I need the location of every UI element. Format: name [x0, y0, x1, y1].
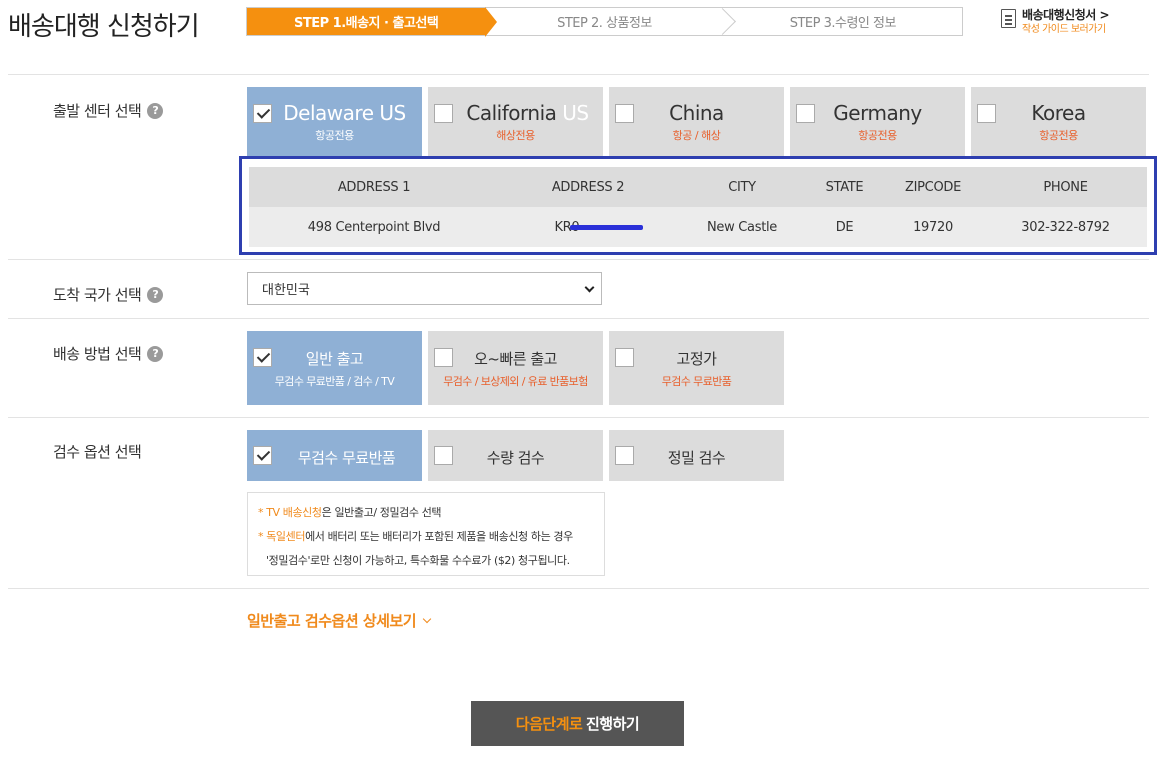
address-cell: DE	[807, 207, 882, 247]
center-korea[interactable]: Korea 항공전용	[971, 87, 1146, 156]
center-delaware[interactable]: Delaware US 항공전용	[247, 87, 422, 156]
inspection-label: 검수 옵션 선택	[53, 441, 142, 462]
inspection-title: 무검수 무료반품	[297, 449, 396, 467]
next-button-text: 진행하기	[582, 716, 640, 733]
center-sub: 항공 / 해상	[672, 129, 721, 142]
help-icon[interactable]: ?	[147, 345, 164, 362]
arrival-label-text: 도착 국가 선택	[53, 286, 142, 304]
inspection-title: 수량 검수	[486, 449, 545, 467]
note-line: '정밀검수'로만 신청이 가능하고, 특수화물 수수료가 ($2) 청구됩니다.	[266, 554, 570, 567]
inspection-quantity[interactable]: 수량 검수	[428, 430, 603, 481]
center-sub: 항공전용	[858, 129, 897, 142]
center-sub: 항공전용	[315, 129, 354, 142]
center-name: Delaware US	[283, 101, 406, 125]
address-cell-redacted: KR0	[499, 207, 677, 247]
next-button-highlight: 다음단계로	[515, 716, 583, 733]
guide-subtitle: 작성 가이드 보러가기	[1022, 24, 1106, 35]
address-cell: New Castle	[677, 207, 807, 247]
method-title: 일반 출고	[305, 350, 364, 368]
address-header-row: ADDRESS 1 ADDRESS 2 CITY STATE ZIPCODE P…	[249, 167, 1147, 207]
divider	[8, 318, 1149, 319]
center-name: China	[669, 101, 724, 125]
help-icon[interactable]: ?	[147, 102, 164, 119]
address-row: 498 Centerpoint Blvd KR0 New Castle DE 1…	[249, 207, 1147, 247]
note-line: * TV 배송신청은 일반출고/ 정밀검수 선택	[258, 501, 604, 525]
arrival-country-select[interactable]: 대한민국	[247, 272, 602, 305]
method-title: 오~빠른 출고	[474, 350, 557, 368]
divider	[8, 74, 1149, 75]
address-header: PHONE	[984, 167, 1147, 207]
note-text: 에서 배터리 또는 배터리가 포함된 제품을 배송신청 하는 경우	[305, 530, 573, 543]
chevron-down-icon	[584, 282, 595, 293]
document-icon	[1001, 9, 1016, 28]
center-sub: 해상전용	[496, 129, 535, 142]
step-1: STEP 1.배송지 · 출고선택	[247, 7, 498, 37]
detail-link-text: 일반출고 검수옵션 상세보기	[247, 612, 417, 630]
center-name-text: California	[466, 101, 563, 125]
next-step-button[interactable]: 다음단계로 진행하기	[471, 701, 684, 746]
step-progress: STEP 1.배송지 · 출고선택 STEP 2. 상품정보 STEP 3.수령…	[246, 7, 963, 37]
shipping-label: 배송 방법 선택 ?	[53, 343, 164, 364]
method-normal[interactable]: 일반 출고 무검수 무료반품 / 검수 / TV	[247, 331, 422, 405]
method-sub: 무검수 / 보상제외 / 유료 반품보험	[443, 375, 588, 388]
method-sub: 무검수 무료반품	[661, 375, 732, 388]
redaction-mark	[570, 224, 644, 230]
address-header: ADDRESS 1	[249, 167, 499, 207]
address-table: ADDRESS 1 ADDRESS 2 CITY STATE ZIPCODE P…	[249, 167, 1147, 247]
address-header: STATE	[807, 167, 882, 207]
method-fast[interactable]: 오~빠른 출고 무검수 / 보상제외 / 유료 반품보험	[428, 331, 603, 405]
note-highlight: * 독일센터	[258, 530, 306, 543]
center-china[interactable]: China 항공 / 해상	[609, 87, 784, 156]
method-sub: 무검수 무료반품 / 검수 / TV	[274, 375, 395, 388]
select-value: 대한민국	[262, 283, 310, 298]
address-header: ADDRESS 2	[499, 167, 677, 207]
step-3: STEP 3.수령인 정보	[789, 16, 897, 31]
divider	[8, 417, 1149, 418]
method-title: 고정가	[676, 350, 717, 368]
step-2: STEP 2. 상품정보	[485, 8, 723, 35]
center-california[interactable]: California US 해상전용	[428, 87, 603, 156]
center-name-highlight: US	[562, 101, 589, 125]
address-cell: 302-322-8792	[984, 207, 1147, 247]
inspection-label-text: 검수 옵션 선택	[53, 443, 142, 461]
address-highlight-box: ADDRESS 1 ADDRESS 2 CITY STATE ZIPCODE P…	[239, 156, 1157, 255]
divider	[8, 259, 1149, 260]
inspection-none[interactable]: 무검수 무료반품	[247, 430, 422, 481]
inspection-notes: * TV 배송신청은 일반출고/ 정밀검수 선택 * 독일센터에서 배터리 또는…	[247, 492, 605, 576]
address-header: ZIPCODE	[882, 167, 984, 207]
arrival-label: 도착 국가 선택 ?	[53, 284, 164, 305]
departure-label-text: 출발 센터 선택	[53, 102, 142, 120]
center-name: California US	[440, 101, 615, 125]
inspection-title: 정밀 검수	[667, 449, 726, 467]
help-icon[interactable]: ?	[147, 286, 164, 303]
center-name: Korea	[1031, 101, 1086, 125]
inspection-detailed[interactable]: 정밀 검수	[609, 430, 784, 481]
note-highlight: * TV 배송신청	[258, 506, 322, 519]
center-germany[interactable]: Germany 항공전용	[790, 87, 965, 156]
address-cell: 498 Centerpoint Blvd	[249, 207, 499, 247]
chevron-down-icon	[422, 614, 432, 624]
inspection-detail-link[interactable]: 일반출고 검수옵션 상세보기	[247, 610, 432, 631]
departure-label: 출발 센터 선택 ?	[53, 100, 164, 121]
address-header: CITY	[677, 167, 807, 207]
shipping-label-text: 배송 방법 선택	[53, 345, 142, 363]
center-sub: 항공전용	[1039, 129, 1078, 142]
redacted-text: KR0	[554, 220, 644, 235]
note-text: 은 일반출고/ 정밀검수 선택	[321, 506, 442, 519]
center-name: Germany	[833, 101, 922, 125]
divider	[8, 588, 1149, 589]
note-line: * 독일센터에서 배터리 또는 배터리가 포함된 제품을 배송신청 하는 경우	[258, 525, 604, 549]
address-cell: 19720	[882, 207, 984, 247]
method-fixed[interactable]: 고정가 무검수 무료반품	[609, 331, 784, 405]
page-title: 배송대행 신청하기	[8, 12, 200, 42]
